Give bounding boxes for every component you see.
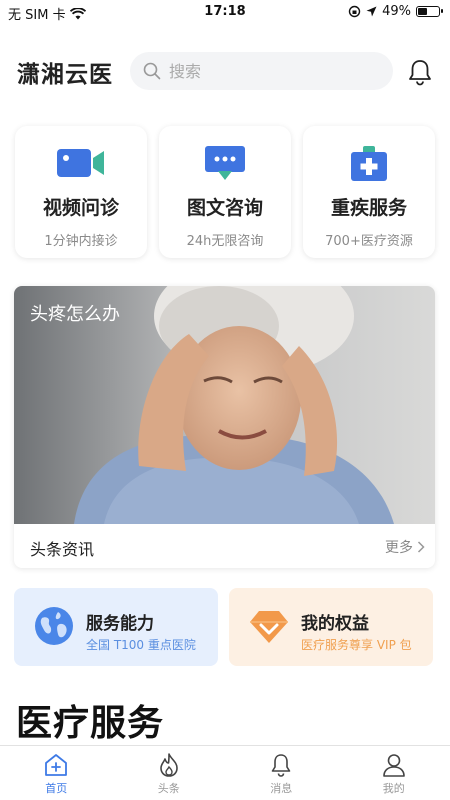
- section-title: 医疗服务: [16, 703, 165, 744]
- service-card-critical-illness[interactable]: 重疾服务 700+医疗资源: [303, 126, 435, 258]
- app-title: 潇湘云医: [17, 62, 113, 88]
- tab-profile[interactable]: 我的: [338, 746, 450, 800]
- home-icon: [45, 754, 68, 776]
- promo-subtitle: 全国 T100 重点医院: [86, 638, 196, 652]
- bell-icon: [409, 60, 431, 86]
- more-link[interactable]: 更多: [385, 537, 425, 557]
- search-bar[interactable]: [130, 52, 393, 90]
- tab-label: 首页: [45, 782, 68, 795]
- battery-icon: [416, 6, 443, 17]
- service-card-text-consult[interactable]: 图文咨询 24h无限咨询: [159, 126, 291, 258]
- service-subtitle: 1分钟内接诊: [44, 234, 118, 249]
- service-card-video-consult[interactable]: 视频问诊 1分钟内接诊: [15, 126, 147, 258]
- service-subtitle: 24h无限咨询: [186, 234, 264, 249]
- status-right: 49%: [348, 4, 443, 19]
- more-label: 更多: [385, 540, 413, 556]
- promo-title: 服务能力: [86, 614, 154, 634]
- tab-messages[interactable]: 消息: [225, 746, 338, 800]
- notification-button[interactable]: [405, 57, 435, 87]
- service-title: 图文咨询: [186, 197, 263, 219]
- diamond-icon: [250, 611, 288, 643]
- tab-label: 头条: [157, 782, 180, 795]
- globe-icon: [35, 607, 73, 645]
- service-title: 重疾服务: [330, 197, 407, 219]
- tab-label: 消息: [270, 782, 293, 795]
- news-section-label: 头条资讯: [30, 540, 95, 559]
- promo-subtitle: 医疗服务尊享 VIP 包: [301, 638, 412, 652]
- battery-percent: 49%: [382, 4, 411, 19]
- promo-service-capability[interactable]: 服务能力 全国 T100 重点医院: [14, 588, 218, 666]
- tab-headlines[interactable]: 头条: [113, 746, 226, 800]
- tab-bar: 首页 头条 消息 我的: [0, 745, 450, 800]
- promo-my-benefits[interactable]: 我的权益 医疗服务尊享 VIP 包: [229, 588, 433, 666]
- news-caption: 头疼怎么办: [30, 304, 120, 325]
- chevron-right-icon: [417, 541, 425, 553]
- service-subtitle: 700+医疗资源: [325, 234, 413, 249]
- promo-title: 我的权益: [301, 614, 369, 634]
- location-arrow-icon: [366, 6, 377, 17]
- video-camera-icon: [57, 149, 104, 177]
- news-card[interactable]: 头疼怎么办 头条资讯 更多: [14, 286, 435, 568]
- header: 潇湘云医: [0, 48, 450, 92]
- tab-label: 我的: [382, 782, 405, 795]
- bell-icon: [271, 754, 291, 777]
- medical-kit-icon: [351, 146, 387, 181]
- flame-icon: [159, 753, 178, 777]
- service-title: 视频问诊: [42, 197, 119, 219]
- news-footer: 头条资讯 更多: [14, 524, 435, 568]
- user-icon: [382, 754, 405, 777]
- chat-bubble-icon: [205, 146, 245, 180]
- service-cards: 视频问诊 1分钟内接诊 图文咨询 24h无限咨询 重疾服务 700+医疗资源: [15, 126, 435, 258]
- tab-home[interactable]: 首页: [0, 746, 113, 800]
- search-icon: [143, 62, 161, 80]
- search-input[interactable]: [169, 61, 369, 81]
- orientation-lock-icon: [348, 5, 361, 18]
- status-bar: 无 SIM 卡 17:18 49%: [0, 0, 450, 24]
